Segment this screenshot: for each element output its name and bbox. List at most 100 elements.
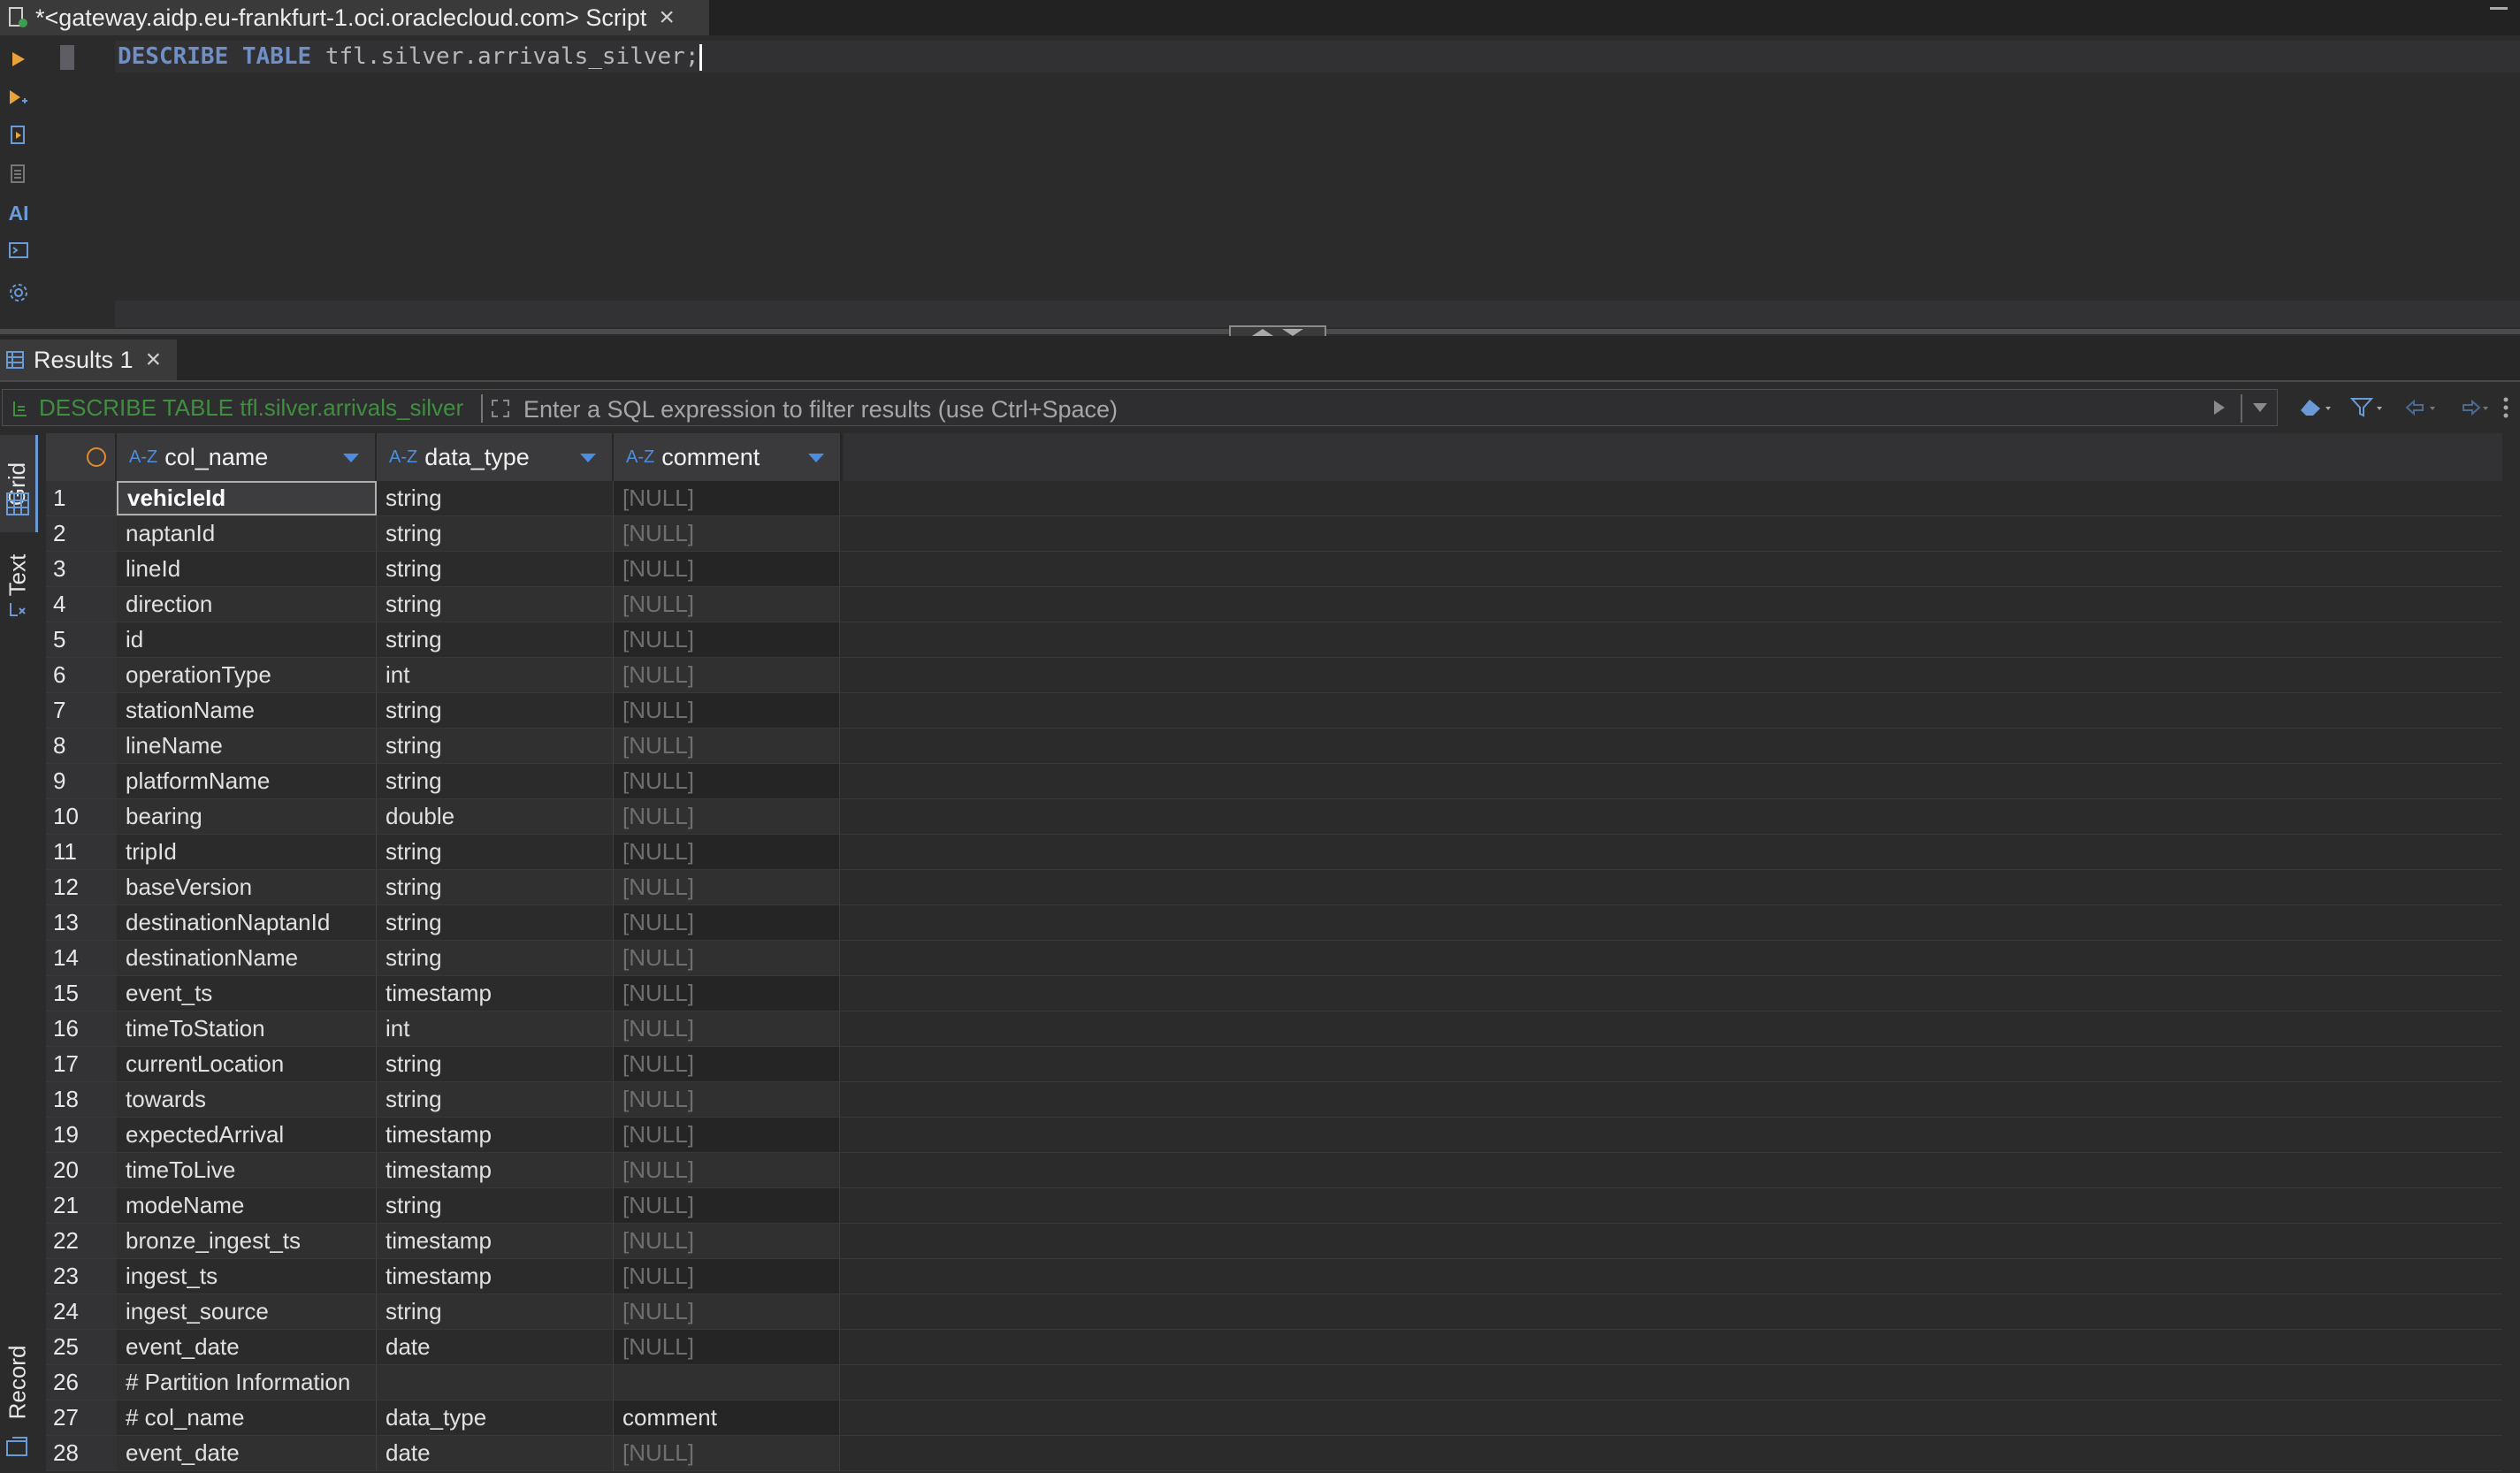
ai-assistant-icon[interactable]: AI	[7, 202, 30, 225]
cell-col-name[interactable]: lineName	[117, 729, 377, 763]
cell-data-type[interactable]: string	[377, 764, 614, 798]
cell-data-type[interactable]: string	[377, 941, 614, 975]
execute-new-tab-icon[interactable]	[7, 87, 30, 110]
table-row[interactable]: 3 lineId string [NULL]	[46, 552, 2502, 587]
row-number[interactable]: 12	[46, 870, 117, 904]
row-number[interactable]: 14	[46, 941, 117, 975]
row-number[interactable]: 21	[46, 1188, 117, 1223]
cell-comment[interactable]: [NULL]	[614, 905, 840, 940]
table-row[interactable]: 18 towards string [NULL]	[46, 1082, 2502, 1118]
cell-col-name[interactable]: # col_name	[117, 1400, 377, 1435]
cell-data-type[interactable]	[377, 1365, 614, 1400]
more-options-icon[interactable]	[2499, 394, 2513, 421]
table-row[interactable]: 7 stationName string [NULL]	[46, 693, 2502, 729]
cell-comment[interactable]: [NULL]	[614, 976, 840, 1011]
cell-col-name[interactable]: bronze_ingest_ts	[117, 1224, 377, 1258]
cell-col-name[interactable]: timeToStation	[117, 1011, 377, 1046]
table-row[interactable]: 11 tripId string [NULL]	[46, 835, 2502, 870]
table-row[interactable]: 16 timeToStation int [NULL]	[46, 1011, 2502, 1047]
cell-data-type[interactable]: string	[377, 1047, 614, 1081]
cell-col-name[interactable]: id	[117, 622, 377, 657]
tab-record[interactable]: Record	[0, 1333, 35, 1431]
cell-data-type[interactable]: string	[377, 693, 614, 728]
cell-col-name[interactable]: tripId	[117, 835, 377, 869]
apply-filter-icon[interactable]	[2209, 394, 2230, 421]
filter-expression-input[interactable]	[522, 393, 2205, 426]
row-number[interactable]: 25	[46, 1330, 117, 1364]
table-row[interactable]: 27 # col_name data_type comment	[46, 1400, 2502, 1436]
row-number[interactable]: 20	[46, 1153, 117, 1187]
sort-dropdown-icon[interactable]	[580, 454, 596, 462]
row-number[interactable]: 26	[46, 1365, 117, 1400]
row-number[interactable]: 5	[46, 622, 117, 657]
cell-data-type[interactable]: string	[377, 587, 614, 622]
table-row[interactable]: 20 timeToLive timestamp [NULL]	[46, 1153, 2502, 1188]
cell-data-type[interactable]: string	[377, 552, 614, 586]
cell-data-type[interactable]: string	[377, 729, 614, 763]
explain-plan-icon[interactable]	[7, 163, 30, 186]
cell-col-name[interactable]: event_date	[117, 1436, 377, 1470]
cell-data-type[interactable]: timestamp	[377, 1259, 614, 1294]
cell-col-name[interactable]: platformName	[117, 764, 377, 798]
cell-data-type[interactable]: int	[377, 658, 614, 692]
column-header-comment[interactable]: A-Z comment	[614, 433, 842, 481]
table-row[interactable]: 2 naptanId string [NULL]	[46, 516, 2502, 552]
cell-data-type[interactable]: double	[377, 799, 614, 834]
cell-col-name[interactable]: event_ts	[117, 976, 377, 1011]
filter-funnel-icon[interactable]	[2348, 393, 2387, 423]
cell-data-type[interactable]: string	[377, 1188, 614, 1223]
cell-comment[interactable]: [NULL]	[614, 516, 840, 551]
row-number[interactable]: 23	[46, 1259, 117, 1294]
cell-comment[interactable]: [NULL]	[614, 1259, 840, 1294]
cell-col-name[interactable]: vehicleId	[117, 481, 377, 515]
settings-gear-icon[interactable]	[7, 281, 30, 304]
row-number[interactable]: 28	[46, 1436, 117, 1470]
cell-comment[interactable]: [NULL]	[614, 552, 840, 586]
cell-data-type[interactable]: string	[377, 622, 614, 657]
cell-col-name[interactable]: towards	[117, 1082, 377, 1117]
cell-col-name[interactable]: ingest_ts	[117, 1259, 377, 1294]
row-number[interactable]: 2	[46, 516, 117, 551]
cell-col-name[interactable]: ingest_source	[117, 1294, 377, 1329]
row-number[interactable]: 6	[46, 658, 117, 692]
cell-col-name[interactable]: expectedArrival	[117, 1118, 377, 1152]
cell-col-name[interactable]: # Partition Information	[117, 1365, 377, 1400]
cell-col-name[interactable]: operationType	[117, 658, 377, 692]
table-row[interactable]: 19 expectedArrival timestamp [NULL]	[46, 1118, 2502, 1153]
expand-icon[interactable]	[488, 396, 513, 421]
cell-comment[interactable]: [NULL]	[614, 1188, 840, 1223]
cell-data-type[interactable]: timestamp	[377, 1118, 614, 1152]
cell-data-type[interactable]: int	[377, 1011, 614, 1046]
table-row[interactable]: 26 # Partition Information	[46, 1365, 2502, 1400]
terminal-icon[interactable]	[7, 239, 30, 262]
column-header-col-name[interactable]: A-Z col_name	[117, 433, 377, 481]
row-number[interactable]: 13	[46, 905, 117, 940]
eraser-icon[interactable]	[2295, 393, 2334, 423]
execute-statement-icon[interactable]	[7, 48, 30, 71]
row-number[interactable]: 11	[46, 835, 117, 869]
table-row[interactable]: 25 event_date date [NULL]	[46, 1330, 2502, 1365]
sort-dropdown-icon[interactable]	[808, 454, 824, 462]
close-icon[interactable]: ×	[659, 3, 675, 33]
select-all-icon[interactable]	[87, 447, 106, 467]
tab-results-1[interactable]: Results 1 ×	[0, 340, 177, 380]
cell-data-type[interactable]: data_type	[377, 1400, 614, 1435]
row-number[interactable]: 16	[46, 1011, 117, 1046]
cell-col-name[interactable]: currentLocation	[117, 1047, 377, 1081]
cell-comment[interactable]: [NULL]	[614, 622, 840, 657]
cell-col-name[interactable]: modeName	[117, 1188, 377, 1223]
table-row[interactable]: 13 destinationNaptanId string [NULL]	[46, 905, 2502, 941]
row-number[interactable]: 8	[46, 729, 117, 763]
cell-comment[interactable]: [NULL]	[614, 1047, 840, 1081]
table-row[interactable]: 22 bronze_ingest_ts timestamp [NULL]	[46, 1224, 2502, 1259]
cell-data-type[interactable]: timestamp	[377, 976, 614, 1011]
back-arrow-icon[interactable]	[2402, 393, 2440, 423]
row-number[interactable]: 3	[46, 552, 117, 586]
cell-comment[interactable]: [NULL]	[614, 941, 840, 975]
row-number[interactable]: 4	[46, 587, 117, 622]
table-row[interactable]: 10 bearing double [NULL]	[46, 799, 2502, 835]
table-row[interactable]: 1 vehicleId string [NULL]	[46, 481, 2502, 516]
cell-comment[interactable]: [NULL]	[614, 1436, 840, 1470]
cell-comment[interactable]: [NULL]	[614, 1153, 840, 1187]
cell-col-name[interactable]: naptanId	[117, 516, 377, 551]
